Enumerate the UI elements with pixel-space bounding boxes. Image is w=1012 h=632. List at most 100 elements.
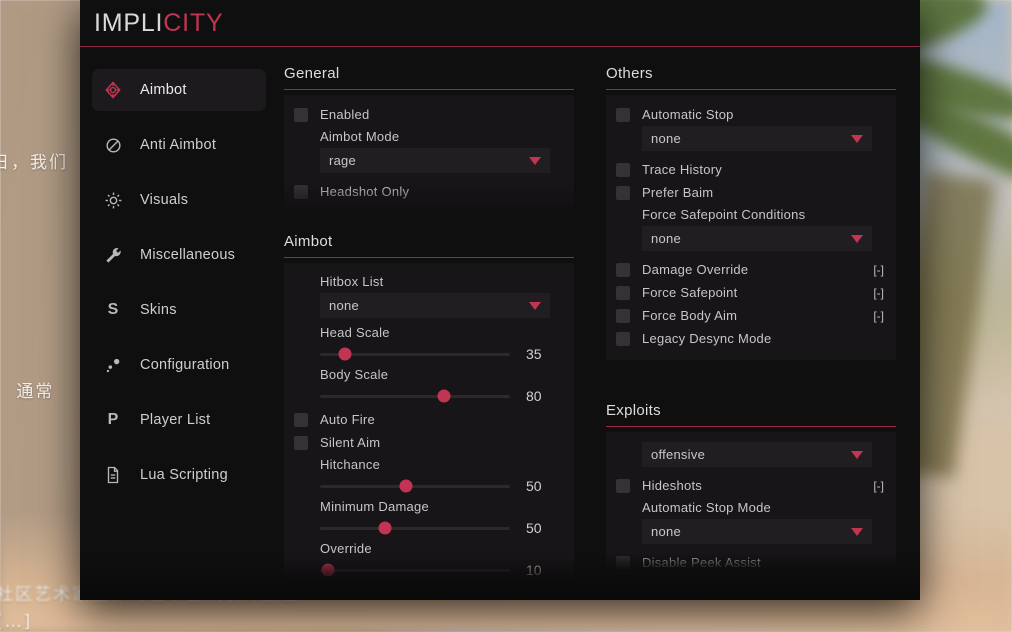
checkbox-box[interactable] xyxy=(294,184,308,199)
cheat-overlay-window: IMPLICITY Aimbot Anti Aimbot Visuals Mis… xyxy=(80,0,920,600)
checkbox-box[interactable] xyxy=(294,107,308,122)
sidebar-item-visuals[interactable]: Visuals xyxy=(92,179,266,221)
crosshair-icon xyxy=(100,77,126,103)
label-hitbox-list: Hitbox List xyxy=(320,274,384,289)
checkbox-box[interactable] xyxy=(616,331,630,346)
panel-divider xyxy=(606,426,896,427)
app-brand-title: IMPLICITY xyxy=(94,9,223,38)
letter-s-icon: S xyxy=(107,301,119,318)
sidebar-item-label: Aimbot xyxy=(140,82,187,98)
slider-knob[interactable] xyxy=(321,563,335,577)
checkbox-label: Damage Override xyxy=(642,262,749,277)
slider-head-scale[interactable]: 35 xyxy=(320,344,564,364)
dropdown-aimbot-mode[interactable]: rage xyxy=(320,148,550,173)
checkbox-silent-aim[interactable]: Silent Aim xyxy=(294,431,564,454)
sidebar-item-miscellaneous[interactable]: Miscellaneous xyxy=(92,234,266,276)
slider-track[interactable] xyxy=(320,479,510,493)
checkbox-box[interactable] xyxy=(294,435,308,450)
brightness-sun-icon xyxy=(100,187,126,213)
dropdown-automatic-stop[interactable]: none xyxy=(642,126,872,151)
dropdown-value: none xyxy=(651,524,681,539)
sidebar-item-lua-scripting[interactable]: Lua Scripting xyxy=(92,454,266,496)
dropdown-value: rage xyxy=(329,153,357,168)
slider-value: 80 xyxy=(526,388,542,404)
checkbox-auto-fire[interactable]: Auto Fire xyxy=(294,408,564,431)
keybind-indicator[interactable]: [-] xyxy=(873,286,886,300)
checkbox-label: Silent Aim xyxy=(320,435,381,450)
dropdown-value: offensive xyxy=(651,447,706,462)
title-bar: IMPLICITY xyxy=(80,0,920,47)
checkbox-force-safepoint[interactable]: Force Safepoint [-] xyxy=(616,281,886,304)
dropdown-value: none xyxy=(329,298,359,313)
sidebar-item-skins[interactable]: S Skins xyxy=(92,289,266,331)
keybind-indicator[interactable]: [-] xyxy=(873,309,886,323)
chevron-down-icon xyxy=(851,527,863,536)
sidebar-item-anti-aimbot[interactable]: Anti Aimbot xyxy=(92,124,266,166)
checkbox-box[interactable] xyxy=(616,478,630,493)
slider-value: 10 xyxy=(526,562,542,578)
slider-track[interactable] xyxy=(320,389,510,403)
checkbox-label: Enabled xyxy=(320,107,370,122)
checkbox-box[interactable] xyxy=(616,285,630,300)
background-text-line: 日，我们 xyxy=(0,153,68,173)
checkbox-trace-history[interactable]: Trace History xyxy=(616,158,886,181)
checkbox-prefer-baim[interactable]: Prefer Baim xyxy=(616,181,886,204)
background-text-line: […] xyxy=(0,612,33,632)
checkbox-disable-peek-assist[interactable]: Disable Peek Assist xyxy=(616,551,886,569)
sidebar-item-player-list[interactable]: P Player List xyxy=(92,399,266,441)
checkbox-box[interactable] xyxy=(616,308,630,323)
keybind-indicator[interactable]: [-] xyxy=(873,263,886,277)
slider-minimum-damage[interactable]: 50 xyxy=(320,518,564,538)
dropdown-exploit-mode[interactable]: offensive xyxy=(642,442,872,467)
panel-divider xyxy=(284,257,574,258)
column-left: General Enabled Aimbot Mode rage Headsho… xyxy=(284,65,574,600)
checkbox-legacy-desync-mode[interactable]: Legacy Desync Mode xyxy=(616,327,886,350)
checkbox-label: Auto Fire xyxy=(320,412,375,427)
slider-knob[interactable] xyxy=(437,389,450,403)
keybind-indicator[interactable]: [-] xyxy=(873,479,886,493)
chevron-down-icon xyxy=(851,134,863,143)
nodes-icon xyxy=(100,352,126,378)
checkbox-enabled[interactable]: Enabled xyxy=(294,103,564,126)
slider-override[interactable]: 10 xyxy=(320,560,564,580)
checkbox-box[interactable] xyxy=(616,555,630,569)
sidebar-item-aimbot[interactable]: Aimbot xyxy=(92,69,266,111)
slider-hitchance[interactable]: 50 xyxy=(320,476,564,496)
slider-track[interactable] xyxy=(320,347,510,361)
slider-body-scale[interactable]: 80 xyxy=(320,386,564,406)
checkbox-label: Force Safepoint xyxy=(642,285,738,300)
checkbox-box[interactable] xyxy=(294,412,308,427)
label-hitchance: Hitchance xyxy=(320,457,381,472)
panel-aimbot: Aimbot Hitbox List none Head Scale 35 Bo… xyxy=(284,233,574,585)
sidebar-item-label: Skins xyxy=(140,302,177,318)
checkbox-hideshots[interactable]: Hideshots [-] xyxy=(616,474,886,497)
sidebar-item-label: Miscellaneous xyxy=(140,247,236,263)
sidebar-item-configuration[interactable]: Configuration xyxy=(92,344,266,386)
checkbox-box[interactable] xyxy=(616,162,630,177)
checkbox-box[interactable] xyxy=(616,107,630,122)
dropdown-hitbox-list[interactable]: none xyxy=(320,293,550,318)
dropdown-automatic-stop-mode[interactable]: none xyxy=(642,519,872,544)
checkbox-damage-override[interactable]: Damage Override [-] xyxy=(616,258,886,281)
checkbox-box[interactable] xyxy=(616,185,630,200)
slider-knob[interactable] xyxy=(399,479,412,493)
checkbox-automatic-stop[interactable]: Automatic Stop xyxy=(616,103,886,126)
background-text-line: 。 通常 xyxy=(0,382,55,402)
slider-track[interactable] xyxy=(320,521,510,535)
slider-track[interactable] xyxy=(320,563,510,577)
brand-suffix: CITY xyxy=(163,8,224,37)
slider-knob[interactable] xyxy=(378,521,392,535)
no-crosshair-icon xyxy=(100,132,126,158)
brand-prefix: IMPLI xyxy=(94,8,164,37)
wrench-icon xyxy=(100,242,126,268)
checkbox-headshot-only[interactable]: Headshot Only xyxy=(294,180,564,203)
checkbox-automatic-scope[interactable]: Automatic Scope xyxy=(294,582,564,585)
slider-knob[interactable] xyxy=(338,347,352,361)
dropdown-value: none xyxy=(651,231,681,246)
label-aimbot-mode: Aimbot Mode xyxy=(320,129,400,144)
checkbox-box[interactable] xyxy=(616,262,630,277)
panel-divider xyxy=(606,89,896,90)
letter-p-icon: P xyxy=(107,411,119,428)
dropdown-force-safepoint-conditions[interactable]: none xyxy=(642,226,872,251)
checkbox-force-body-aim[interactable]: Force Body Aim [-] xyxy=(616,304,886,327)
